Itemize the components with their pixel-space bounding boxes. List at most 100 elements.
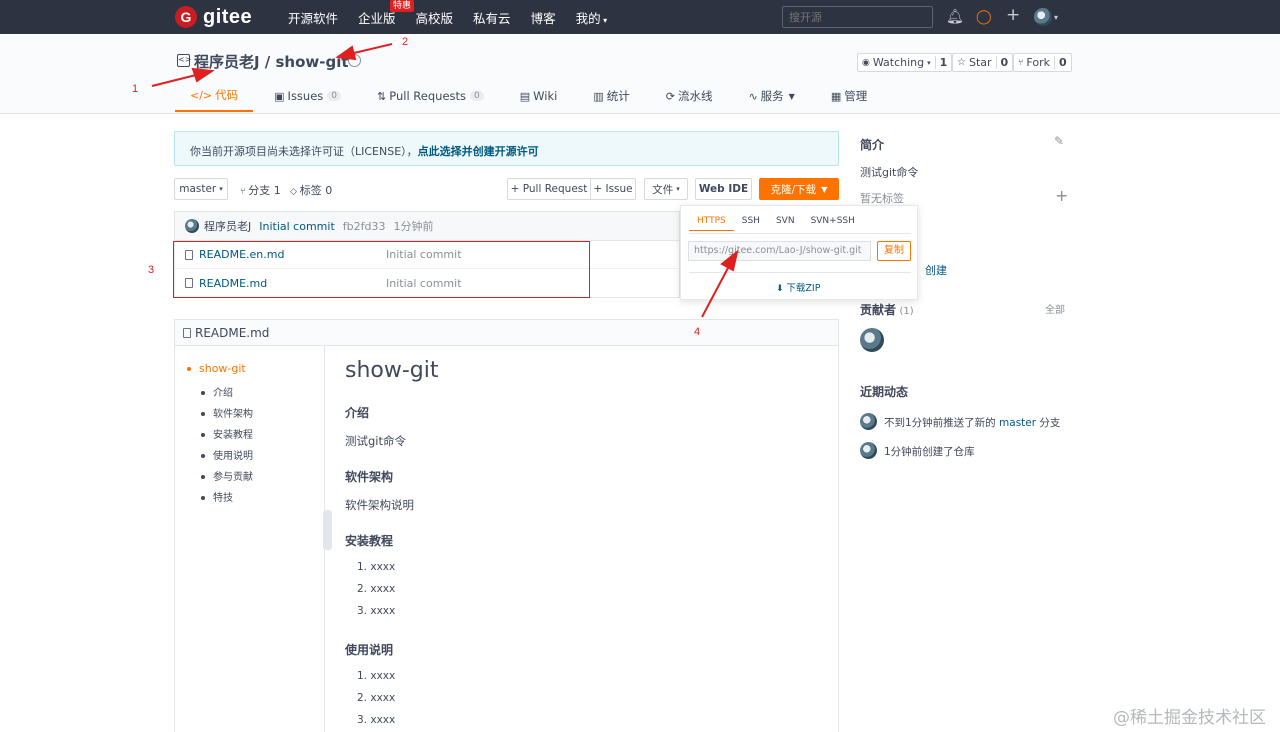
divider xyxy=(689,272,911,273)
contributors-heading: 贡献者 (1) xyxy=(860,301,914,318)
file-menu-button[interactable]: 文件 ▾ xyxy=(644,178,688,200)
commit-message[interactable]: Initial commit xyxy=(259,220,335,233)
tab-ssh[interactable]: SSH xyxy=(734,212,768,231)
toc-item-label: 介绍 xyxy=(213,388,233,399)
tab-pipeline[interactable]: ⟳ 流水线 xyxy=(651,80,728,112)
tab-code[interactable]: </> 代码 xyxy=(175,80,254,112)
file-menu-label: 文件 xyxy=(652,183,674,196)
toc-item[interactable]: 安装教程 xyxy=(201,426,253,441)
tab-wiki-label: Wiki xyxy=(533,89,558,103)
tab-stats[interactable]: ▥ 统计 xyxy=(578,80,644,112)
branch-select[interactable]: master ▾ xyxy=(174,178,228,200)
top-navbar: G gitee 开源软件 企业版特惠 高校版 私有云 博客 我的 ▾ 🔔︎ ◯ … xyxy=(0,0,1280,34)
web-ide-button[interactable]: Web IDE xyxy=(695,178,752,200)
repo-tabs: </> 代码 ▣ Issues 0 ⇅ Pull Requests 0 ▤ Wiki ▥ 统计… xyxy=(175,80,888,114)
nav-open-source[interactable]: 开源软件 xyxy=(288,8,338,27)
clone-download-button[interactable]: 克隆/下载 ▼ xyxy=(759,178,839,200)
section-heading: 软件架构 xyxy=(345,470,394,484)
list-item: 1. xxxx xyxy=(357,670,396,682)
nav-links: 开源软件 企业版 特惠 高校版 私有云 博客 我的 ▾ xyxy=(288,0,627,34)
copy-url-button[interactable]: 复制 xyxy=(877,241,911,261)
lightbulb-icon[interactable]: ◯ xyxy=(976,8,992,26)
download-zip-link[interactable]: ⬇ 下载ZIP xyxy=(776,280,820,294)
commit-author[interactable]: 程序员老J xyxy=(204,218,251,234)
bell-icon[interactable]: 🔔︎ xyxy=(946,8,964,26)
branches-label: 分支 1 xyxy=(248,184,281,197)
license-notice-text: 你当前开源项目尚未选择许可证（LICENSE）， xyxy=(190,145,418,158)
annotation-number: 4 xyxy=(694,326,701,338)
toc-item[interactable]: 使用说明 xyxy=(201,447,253,462)
toc-item[interactable]: 特技 xyxy=(201,489,233,504)
toc-item[interactable]: 介绍 xyxy=(201,384,233,399)
contributor-avatar[interactable] xyxy=(860,328,884,352)
tag-icon: ◇ xyxy=(290,187,300,197)
author-avatar[interactable] xyxy=(185,219,199,233)
section-text: 测试git命令 xyxy=(345,434,407,448)
toc-item[interactable]: 参与贡献 xyxy=(201,468,253,483)
tab-svn-ssh[interactable]: SVN+SSH xyxy=(803,212,863,231)
chevron-down-icon[interactable]: ▾ xyxy=(1054,9,1058,27)
tab-pull-requests[interactable]: ⇅ Pull Requests 0 xyxy=(362,80,499,112)
activity-text-suffix: 分支 xyxy=(1039,417,1061,429)
contributors-all-link[interactable]: 全部 xyxy=(1045,301,1065,316)
tags-link[interactable]: ◇ 标签 0 xyxy=(290,182,332,198)
list-item: 2. xxxx xyxy=(357,692,396,704)
branches-link[interactable]: ⑂ 分支 1 xyxy=(240,182,281,198)
annotation-number: 2 xyxy=(402,36,409,48)
gitee-logo[interactable]: G gitee xyxy=(175,6,252,28)
edit-icon[interactable]: ✎ xyxy=(1054,134,1064,148)
manage-icon: ▦ xyxy=(830,89,842,103)
user-avatar[interactable] xyxy=(1034,8,1052,26)
tab-https[interactable]: HTTPS xyxy=(689,212,734,231)
pull-request-button[interactable]: + Pull Request xyxy=(507,178,590,200)
license-link[interactable]: 点此选择并创建开源许可 xyxy=(418,145,539,158)
tags-label: 标签 0 xyxy=(299,184,333,197)
nav-mine[interactable]: 我的 ▾ xyxy=(576,8,608,27)
tab-manage[interactable]: ▦ 管理 xyxy=(816,80,882,112)
nav-blog[interactable]: 博客 xyxy=(531,8,556,27)
nav-enterprise-label: 企业版 xyxy=(358,10,396,26)
tab-svn[interactable]: SVN xyxy=(768,212,803,231)
latest-commit-bar: 程序员老J Initial commit fb2fd33 1分钟前 xyxy=(174,211,680,240)
fork-button[interactable]: ⑂ Fork 0 xyxy=(1013,53,1072,72)
toc-item-label: 软件架构 xyxy=(213,409,253,420)
toc-item[interactable]: show-git xyxy=(187,362,246,375)
tab-issues[interactable]: ▣ Issues 0 xyxy=(259,80,356,112)
gitee-logo-icon: G xyxy=(175,6,197,28)
tab-services[interactable]: ∿ 服务 ▼ xyxy=(733,80,809,112)
brand-name: gitee xyxy=(203,5,253,28)
divider xyxy=(689,233,911,234)
clone-url-field[interactable]: https://gitee.com/Lao-J/show-git.git xyxy=(688,241,871,261)
plus-icon[interactable]: + xyxy=(1006,6,1020,24)
bullet-icon xyxy=(187,367,191,371)
issue-button[interactable]: + Issue xyxy=(590,178,636,200)
watching-count: 1 xyxy=(934,56,952,69)
section-text: 软件架构说明 xyxy=(345,498,414,512)
add-tag-icon[interactable]: + xyxy=(1055,186,1068,205)
file-icon xyxy=(183,327,191,338)
commit-hash[interactable]: fb2fd33 xyxy=(343,220,386,233)
nav-mine-label: 我的 xyxy=(575,10,601,26)
tab-wiki[interactable]: ▤ Wiki xyxy=(505,80,573,112)
tab-issues-count: 0 xyxy=(327,91,342,101)
sidebar-create-link[interactable]: 创建 xyxy=(925,262,947,278)
activity-title: 近期动态 xyxy=(860,385,909,399)
section-heading: 介绍 xyxy=(345,406,370,420)
nav-private-cloud[interactable]: 私有云 xyxy=(473,8,511,27)
activity-avatar[interactable] xyxy=(860,413,877,430)
repo-code-icon: <> xyxy=(177,54,191,67)
toc-collapse-handle[interactable] xyxy=(323,510,332,550)
bullet-icon xyxy=(201,412,205,416)
stats-icon: ▥ xyxy=(593,89,604,103)
toc-item[interactable]: 软件架构 xyxy=(201,405,253,420)
activity-avatar[interactable] xyxy=(860,442,877,459)
nav-education[interactable]: 高校版 xyxy=(416,8,454,27)
nav-enterprise[interactable]: 企业版 特惠 xyxy=(358,0,415,27)
search-input[interactable] xyxy=(782,6,933,28)
readme-filename[interactable]: README.md xyxy=(195,326,269,340)
annotation-box xyxy=(173,241,590,298)
star-button[interactable]: ☆ Star 0 xyxy=(952,53,1014,72)
watching-button[interactable]: ◉ Watching ▾ 1 xyxy=(857,53,953,72)
activity-branch-link[interactable]: master xyxy=(999,417,1036,429)
repo-title[interactable]: 程序员老J / show-git xyxy=(194,51,349,72)
